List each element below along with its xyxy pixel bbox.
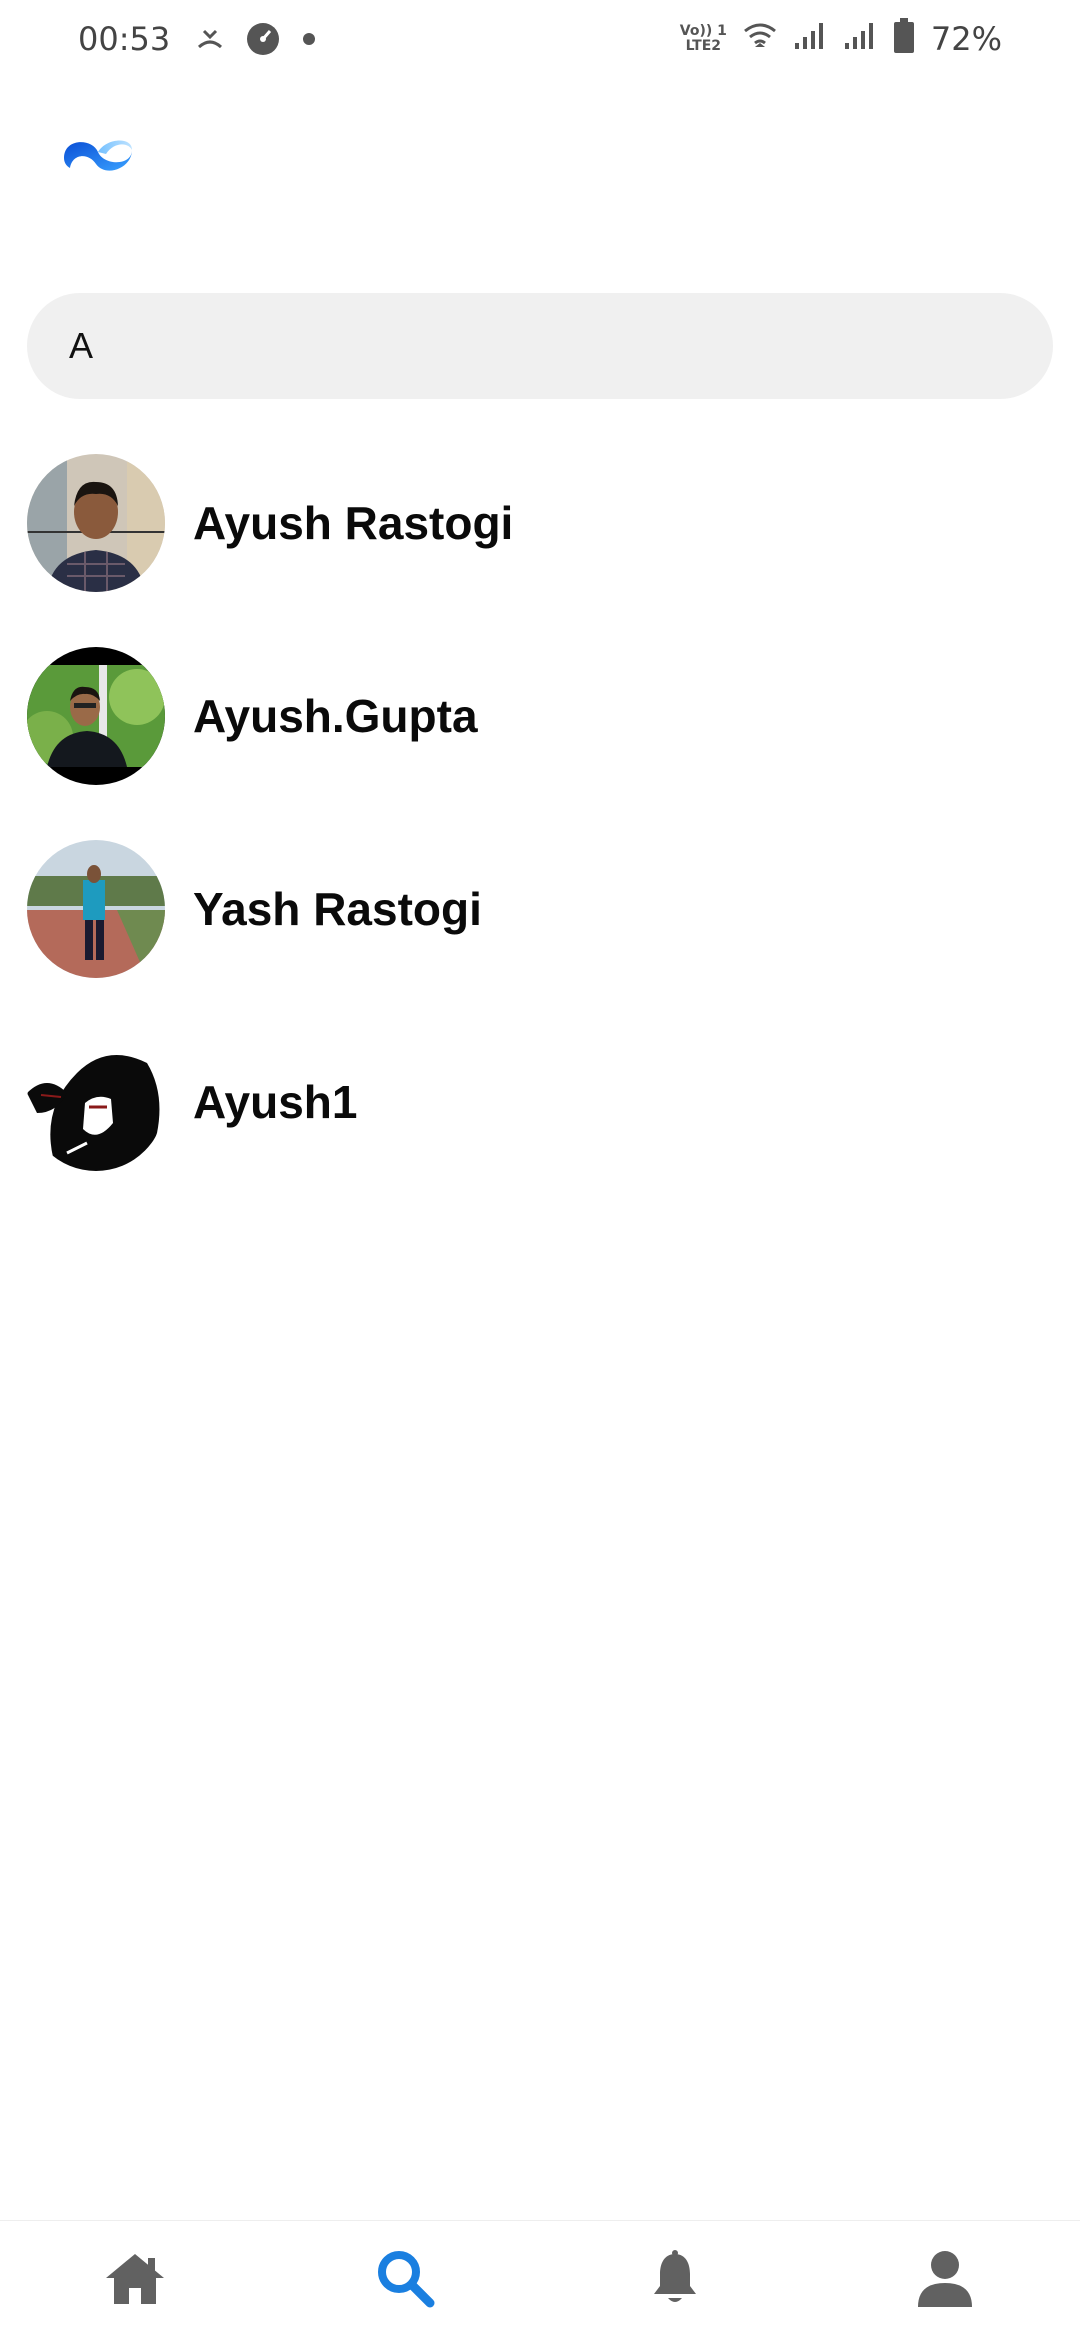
list-item[interactable]: Yash Rastogi bbox=[27, 839, 1053, 979]
nav-profile[interactable] bbox=[885, 2230, 1005, 2330]
bottom-nav bbox=[0, 2220, 1080, 2339]
avatar bbox=[27, 454, 165, 592]
avatar bbox=[27, 840, 165, 978]
result-name: Yash Rastogi bbox=[193, 883, 482, 935]
notification-dot-icon bbox=[302, 32, 316, 51]
search-icon bbox=[375, 2248, 435, 2313]
avatar bbox=[27, 1033, 165, 1171]
missed-call-icon bbox=[196, 25, 224, 58]
result-name: Ayush1 bbox=[193, 1076, 358, 1128]
search-box[interactable] bbox=[27, 293, 1053, 399]
speedometer-icon bbox=[246, 22, 280, 61]
profile-icon bbox=[916, 2249, 974, 2312]
signal-1-icon bbox=[793, 21, 827, 56]
avatar bbox=[27, 647, 165, 785]
list-item[interactable]: Ayush Rastogi bbox=[27, 453, 1053, 593]
search-input[interactable] bbox=[67, 324, 971, 368]
status-time: 00:53 bbox=[78, 20, 171, 58]
bell-icon bbox=[652, 2249, 698, 2311]
result-name: Ayush.Gupta bbox=[193, 690, 478, 742]
battery-icon bbox=[893, 18, 915, 59]
volte-label: Vo)) 1 LTE2 bbox=[679, 22, 727, 54]
status-bar: 00:53 Vo)) 1 LTE2 72% bbox=[0, 0, 1080, 84]
volte-top: Vo)) 1 bbox=[679, 22, 727, 39]
home-icon bbox=[104, 2250, 166, 2311]
volte-bottom: LTE2 bbox=[685, 37, 722, 54]
list-item[interactable]: Ayush1 bbox=[27, 1032, 1053, 1172]
result-name: Ayush Rastogi bbox=[193, 497, 514, 549]
app-logo bbox=[58, 128, 138, 182]
nav-notifications[interactable] bbox=[615, 2230, 735, 2330]
signal-2-icon bbox=[843, 21, 877, 56]
nav-search[interactable] bbox=[345, 2230, 465, 2330]
battery-percent: 72% bbox=[930, 19, 1002, 58]
list-item[interactable]: Ayush.Gupta bbox=[27, 646, 1053, 786]
wifi-icon bbox=[743, 21, 777, 56]
nav-home[interactable] bbox=[75, 2230, 195, 2330]
status-left-icons bbox=[196, 22, 316, 61]
status-right-icons: Vo)) 1 LTE2 72% bbox=[680, 18, 1002, 59]
